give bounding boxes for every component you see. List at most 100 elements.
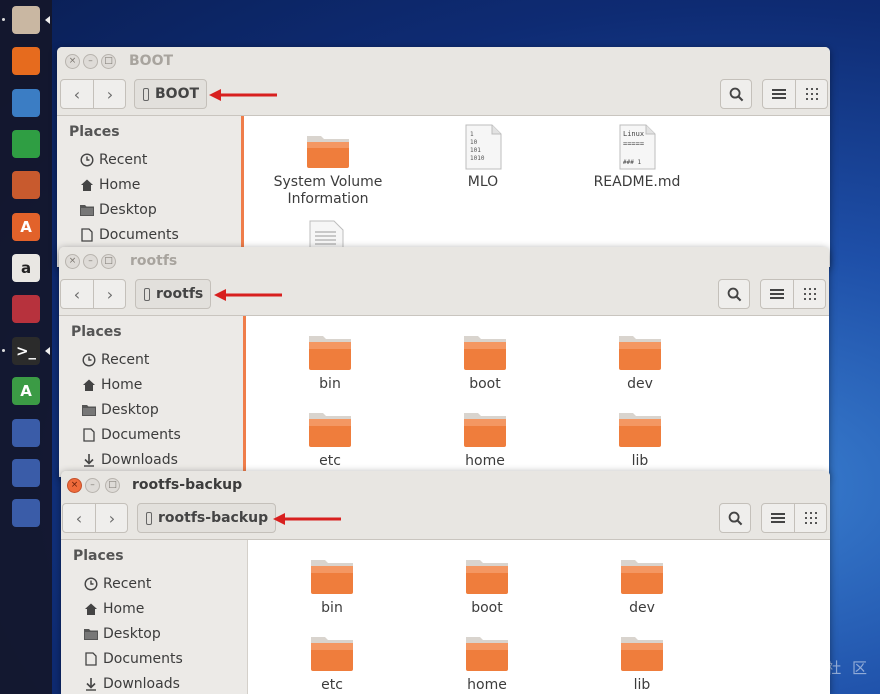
home-icon [79,177,95,193]
file-view: bin boot dev etc home lib [246,316,829,477]
sidebar-item-label: Documents [103,651,183,667]
download-icon [81,452,97,468]
sidebar-item-downloads[interactable]: Downloads [81,450,178,470]
folder-item[interactable]: lib [580,409,700,470]
minimize-button[interactable]: – [83,254,98,269]
maximize-button[interactable]: □ [101,54,116,69]
sidebar-item-recent[interactable]: Recent [83,574,151,594]
folder-item[interactable]: System Volume Information [268,130,388,208]
usb-drive-launcher-icon[interactable] [9,416,43,450]
sidebar-item-desktop[interactable]: Desktop [83,624,161,644]
path-bar-button[interactable]: rootfs [135,279,212,309]
grid-view-button[interactable] [795,504,827,532]
forward-button[interactable]: › [94,280,126,308]
software-updater-launcher-icon[interactable]: A [9,374,43,408]
view-buttons [762,79,828,109]
forward-button[interactable]: › [94,80,126,108]
nav-buttons: ‹ › [60,79,126,109]
file-item[interactable]: Linux ===== ### 1 README.md [577,124,697,191]
folder-item[interactable]: home [427,633,547,694]
close-button[interactable]: × [65,254,80,269]
svg-text:1010: 1010 [470,155,485,162]
svg-text:### 1: ### 1 [623,159,641,166]
grid-view-button[interactable] [796,80,828,108]
minimize-button[interactable]: – [83,54,98,69]
minimize-button[interactable]: – [85,478,100,493]
folder-item[interactable]: lib [582,633,702,694]
system-settings-launcher-icon[interactable] [9,292,43,326]
sidebar-item-documents[interactable]: Documents [83,649,183,669]
writer-launcher-icon[interactable] [9,86,43,120]
sidebar-item-downloads[interactable]: Downloads [83,674,180,694]
close-button[interactable]: × [67,478,82,493]
path-bar-button[interactable]: rootfs-backup [137,503,277,533]
calc-launcher-icon[interactable] [9,127,43,161]
sidebar-item-recent[interactable]: Recent [81,350,149,370]
files-launcher-icon[interactable] [9,3,43,37]
annotation-arrow [273,513,341,525]
folder-item[interactable]: boot [425,332,545,393]
list-icon [772,89,786,99]
folder-label: lib [631,453,649,469]
path-bar-button[interactable]: BOOT [134,79,208,109]
titlebar: × – □ rootfs [59,247,829,275]
firefox-launcher-icon[interactable] [9,44,43,78]
folder-label: dev [627,376,653,392]
list-view-button[interactable] [763,80,795,108]
sidebar-item-home[interactable]: Home [81,375,142,395]
folder-icon [464,336,506,370]
maximize-button[interactable]: □ [101,254,116,269]
focus-indicator [45,347,50,355]
search-button[interactable] [720,79,752,109]
launcher-glyph [12,295,40,323]
terminal-launcher-icon[interactable]: >_ [9,334,43,368]
back-button[interactable]: ‹ [63,504,95,532]
document-icon [79,227,95,243]
sidebar-item-documents[interactable]: Documents [79,225,179,245]
grid-view-button[interactable] [794,280,826,308]
launcher-glyph: >_ [12,337,40,365]
folder-label: bin [319,376,341,392]
back-button[interactable]: ‹ [61,80,93,108]
folder-icon [621,560,663,594]
amazon-launcher-icon[interactable]: a [9,251,43,285]
folder-item[interactable]: etc [270,409,390,470]
folder-item[interactable]: dev [580,332,700,393]
search-button[interactable] [719,503,751,533]
folder-item[interactable]: dev [582,556,702,617]
list-view-button[interactable] [762,504,794,532]
usb-drive-launcher-icon[interactable] [9,496,43,530]
folder-icon [619,413,661,447]
usb-drive-launcher-icon[interactable] [9,456,43,490]
impress-launcher-icon[interactable] [9,168,43,202]
path-label: BOOT [155,86,200,102]
maximize-button[interactable]: □ [105,478,120,493]
folder-icon [466,637,508,671]
document-icon [83,651,99,667]
file-item[interactable]: 1 10 101 1010 MLO [423,124,543,191]
annotation-arrow [214,289,282,301]
folder-icon [466,560,508,594]
back-button[interactable]: ‹ [61,280,93,308]
folder-item[interactable]: boot [427,556,547,617]
sidebar-item-home[interactable]: Home [83,599,144,619]
sidebar-item-home[interactable]: Home [79,175,140,195]
folder-label: home [467,677,507,693]
folder-item[interactable]: etc [272,633,392,694]
forward-button[interactable]: › [96,504,128,532]
folder-item[interactable]: bin [270,332,390,393]
sidebar-item-desktop[interactable]: Desktop [79,200,157,220]
titlebar: × – □ rootfs-backup [61,471,830,499]
text-file-icon [309,220,344,250]
close-button[interactable]: × [65,54,80,69]
folder-item[interactable]: home [425,409,545,470]
software-center-launcher-icon[interactable]: A [9,210,43,244]
places-sidebar: Places Recent Home Desktop Documents Downloa… [59,316,244,477]
search-button[interactable] [718,279,750,309]
sidebar-item-label: Home [101,377,143,393]
sidebar-item-recent[interactable]: Recent [79,150,147,170]
sidebar-item-documents[interactable]: Documents [81,425,181,445]
folder-item[interactable]: bin [272,556,392,617]
sidebar-item-desktop[interactable]: Desktop [81,400,159,420]
list-view-button[interactable] [761,280,793,308]
